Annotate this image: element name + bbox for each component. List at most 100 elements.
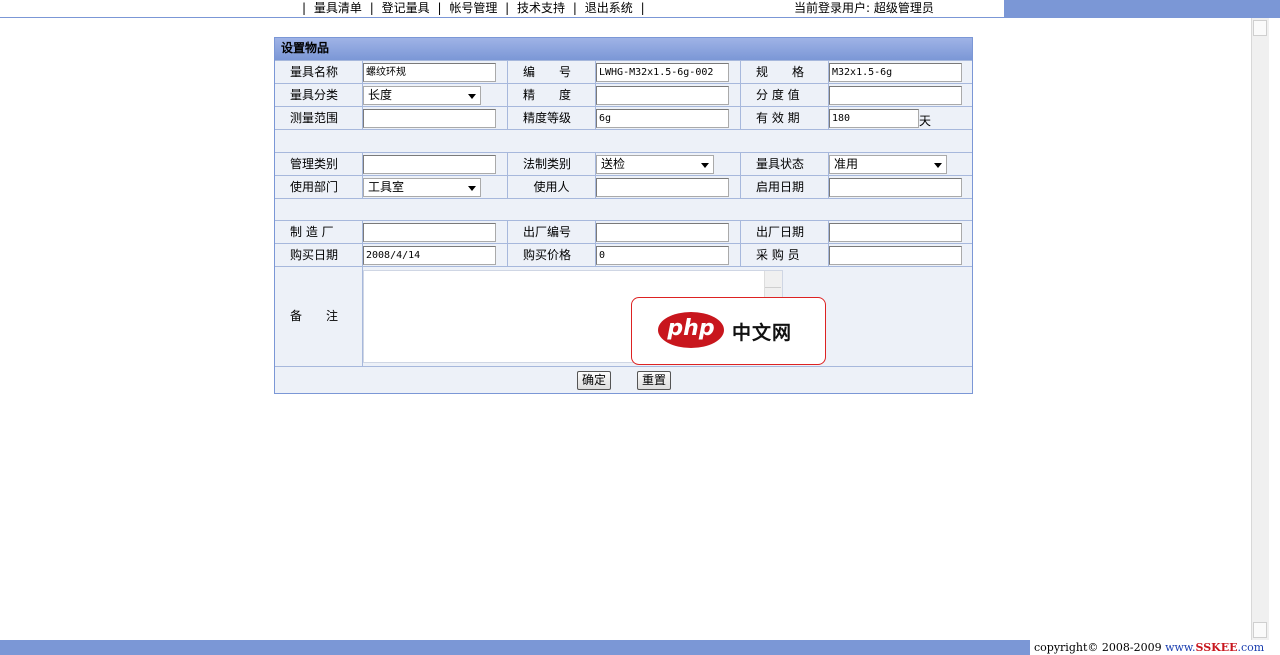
- section-divider: [275, 198, 972, 221]
- confirm-button[interactable]: 确定: [577, 371, 612, 390]
- validity-period-input[interactable]: 180: [829, 109, 919, 128]
- field-label: 规 格: [741, 61, 829, 83]
- field-label: 测量范围: [275, 107, 363, 129]
- field-label: 量具状态: [741, 153, 829, 175]
- user-input[interactable]: [596, 178, 729, 197]
- button-row: 确定 重置: [275, 366, 972, 394]
- specification-input[interactable]: M32x1.5-6g: [829, 63, 962, 82]
- nav-separator: |: [437, 1, 442, 15]
- nav-item-account-management[interactable]: 帐号管理: [449, 1, 497, 15]
- management-category-input[interactable]: [363, 155, 496, 174]
- field-cell: [829, 84, 972, 106]
- page-scrollbar[interactable]: [1251, 18, 1269, 640]
- nav-separator: |: [369, 1, 374, 15]
- field-cell: [596, 176, 741, 198]
- nav-item-logout[interactable]: 退出系统: [585, 1, 633, 15]
- nav-separator: |: [572, 1, 577, 15]
- department-value: 工具室: [368, 180, 405, 194]
- field-label: 精度等级: [508, 107, 596, 129]
- factory-number-input[interactable]: [596, 223, 729, 242]
- accuracy-grade-input[interactable]: 6g: [596, 109, 729, 128]
- division-value-input[interactable]: [829, 86, 962, 105]
- department-select[interactable]: 工具室: [363, 178, 481, 197]
- field-label: 精 度: [508, 84, 596, 106]
- top-bar-accent: [1004, 0, 1280, 18]
- purchaser-input[interactable]: [829, 246, 962, 265]
- field-cell: M32x1.5-6g: [829, 61, 972, 83]
- field-cell: [829, 221, 972, 243]
- nav-item-gauge-list[interactable]: 量具清单: [314, 1, 362, 15]
- gauge-status-select[interactable]: 准用: [829, 155, 947, 174]
- field-label: 制 造 厂: [275, 221, 363, 243]
- field-label: 分 度 值: [741, 84, 829, 106]
- purchase-price-input[interactable]: 0: [596, 246, 729, 265]
- field-cell: [363, 221, 508, 243]
- nav-item-register-gauge[interactable]: 登记量具: [382, 1, 430, 15]
- legal-category-value: 送检: [601, 157, 626, 171]
- field-cell: 螺纹环规: [363, 61, 508, 83]
- footer-brand[interactable]: SSKEE: [1196, 641, 1238, 654]
- copyright-text: copyright© 2008-2009 www.SSKEE.com: [1030, 640, 1280, 655]
- field-label: 出厂编号: [508, 221, 596, 243]
- field-label: 量具名称: [275, 61, 363, 83]
- precision-input[interactable]: [596, 86, 729, 105]
- top-bar-underline: [0, 17, 1004, 18]
- field-cell: [829, 176, 972, 198]
- chevron-down-icon: [468, 186, 476, 191]
- field-cell: 长度: [363, 84, 508, 106]
- top-bar: | 量具清单 | 登记量具 | 帐号管理 | 技术支持 | 退出系统 | 当前登…: [0, 0, 1280, 18]
- field-label: 有 效 期: [741, 107, 829, 129]
- scrollbar-up-button[interactable]: [1253, 20, 1267, 36]
- field-cell: 0: [596, 244, 741, 266]
- field-cell: [596, 221, 741, 243]
- field-label: 购买日期: [275, 244, 363, 266]
- remark-textarea[interactable]: php 中文网: [363, 270, 826, 365]
- field-label: 购买价格: [508, 244, 596, 266]
- nav-separator: |: [302, 1, 307, 15]
- field-cell: 工具室: [363, 176, 508, 198]
- measuring-range-input[interactable]: [363, 109, 496, 128]
- scrollbar-down-button[interactable]: [1253, 622, 1267, 638]
- field-cell: [596, 84, 741, 106]
- field-label: 编 号: [508, 61, 596, 83]
- gauge-category-select[interactable]: 长度: [363, 86, 481, 105]
- field-cell: [363, 107, 508, 129]
- remark-row: 备 注 php 中文网: [275, 266, 972, 366]
- field-label: 采 购 员: [741, 244, 829, 266]
- field-label: 启用日期: [741, 176, 829, 198]
- field-cell: 准用: [829, 153, 972, 175]
- form-row: 测量范围 精度等级 6g 有 效 期 180 天: [275, 106, 972, 129]
- gauge-status-value: 准用: [834, 157, 859, 171]
- serial-number-input[interactable]: LWHG-M32x1.5-6g-002: [596, 63, 729, 82]
- form-row: 使用部门 工具室 使用人 启用日期: [275, 175, 972, 198]
- section-divider: [275, 129, 972, 152]
- footer-www: www.: [1165, 641, 1196, 654]
- nav-separator: |: [640, 1, 645, 15]
- form-row: 管理类别 法制类别 送检 量具状态 准用: [275, 152, 972, 175]
- footer-tld: .com: [1237, 641, 1265, 654]
- copyright-label: copyright© 2008-2009: [1034, 641, 1166, 654]
- activation-date-input[interactable]: [829, 178, 962, 197]
- manufacturer-input[interactable]: [363, 223, 496, 242]
- field-cell: [363, 153, 508, 175]
- reset-button[interactable]: 重置: [637, 371, 672, 390]
- chevron-down-icon: [468, 94, 476, 99]
- nav-item-tech-support[interactable]: 技术支持: [517, 1, 565, 15]
- gauge-name-input[interactable]: 螺纹环规: [363, 63, 496, 82]
- field-label: 法制类别: [508, 153, 596, 175]
- field-cell: 6g: [596, 107, 741, 129]
- main-nav: | 量具清单 | 登记量具 | 帐号管理 | 技术支持 | 退出系统 |: [298, 0, 649, 17]
- field-cell: LWHG-M32x1.5-6g-002: [596, 61, 741, 83]
- purchase-date-input[interactable]: 2008/4/14: [363, 246, 496, 265]
- form-row: 量具名称 螺纹环规 编 号 LWHG-M32x1.5-6g-002 规 格 M3…: [275, 60, 972, 83]
- footer-bar: copyright© 2008-2009 www.SSKEE.com: [0, 640, 1280, 655]
- factory-date-input[interactable]: [829, 223, 962, 242]
- nav-separator: |: [505, 1, 510, 15]
- remark-label: 备 注: [275, 267, 363, 366]
- form-row: 量具分类 长度 精 度 分 度 值: [275, 83, 972, 106]
- field-cell: 180 天: [829, 107, 972, 129]
- scroll-up-icon[interactable]: [765, 271, 781, 288]
- field-label: 出厂日期: [741, 221, 829, 243]
- field-cell: 送检: [596, 153, 741, 175]
- legal-category-select[interactable]: 送检: [596, 155, 714, 174]
